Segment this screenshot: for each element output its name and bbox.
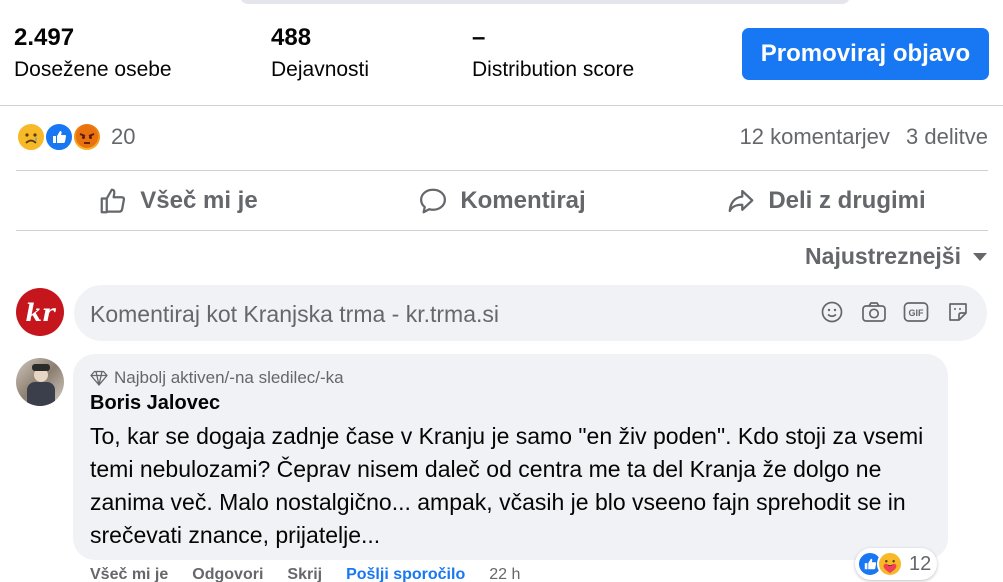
reaction-count[interactable]: 20 [111, 124, 135, 150]
svg-text:GIF: GIF [909, 308, 925, 318]
like-label: Všeč mi je [140, 186, 258, 214]
commenter-avatar[interactable] [16, 358, 64, 406]
comment-text: To, kar se dogaja zadnje čase v Kranju j… [90, 423, 924, 548]
avatar-figure-body [27, 382, 55, 406]
reaction-icons[interactable] [16, 122, 106, 152]
caret-down-icon [973, 252, 987, 261]
stat-engagement: 488 Dejavnosti [271, 24, 369, 84]
share-button[interactable]: Deli z drugimi [664, 171, 988, 230]
stat-engagement-label: Dejavnosti [271, 58, 370, 81]
promote-post-button[interactable]: Promoviraj objavo [742, 28, 989, 80]
comment-author[interactable]: Boris Jalovec [90, 392, 220, 415]
engagement-counts: 12 komentarjev 3 delitve [730, 124, 989, 150]
comment-bubble: Najbolj aktiven/-na sledilec/-ka Boris J… [73, 354, 948, 560]
stat-distribution: – Distribution score [472, 24, 634, 84]
comment-input-placeholder: Komentiraj kot Kranjska trma - kr.trma.s… [90, 301, 499, 327]
top-fan-badge[interactable]: Najbolj aktiven/-na sledilec/-ka [90, 368, 344, 388]
diamond-icon [90, 370, 108, 386]
emoji-icon[interactable] [817, 297, 847, 327]
stat-reach-value: 2.497 [14, 24, 75, 51]
like-icon [44, 122, 74, 152]
comment-button[interactable]: Komentiraj [340, 171, 664, 230]
camera-icon[interactable] [859, 297, 889, 327]
comment-like-link[interactable]: Všeč mi je [90, 566, 168, 582]
care-icon [877, 551, 903, 577]
composer-tools: GIF [805, 297, 973, 327]
gif-icon[interactable]: GIF [901, 297, 931, 327]
sad-icon [16, 122, 46, 152]
badge-label: Najbolj aktiven/-na sledilec/-ka [114, 368, 344, 387]
avatar-figure-cap [32, 364, 50, 371]
comment-actions: Všeč mi je Odgovori Skrij Pošlji sporoči… [90, 566, 544, 582]
sticker-icon[interactable] [943, 297, 973, 327]
share-label: Deli z drugimi [768, 186, 926, 214]
stat-distribution-label: Distribution score [472, 58, 635, 81]
angry-icon [72, 122, 102, 152]
page-avatar[interactable]: kr [16, 288, 64, 336]
thumbs-up-icon [100, 188, 126, 213]
stat-reach-label: Dosežene osebe [14, 58, 172, 81]
stat-distribution-value: – [472, 24, 486, 51]
send-message-link[interactable]: Pošlji sporočilo [346, 566, 465, 582]
comment-reply-link[interactable]: Odgovori [192, 566, 263, 582]
comment-label: Komentiraj [460, 186, 586, 214]
stat-engagement-value: 488 [271, 24, 312, 51]
like-button[interactable]: Všeč mi je [16, 171, 340, 230]
shares-count-link[interactable]: 3 delitve [906, 124, 988, 149]
comment-reaction-count: 12 [909, 552, 932, 575]
post-insights-bar: 2.497 Dosežene osebe 488 Dejavnosti – Di… [0, 0, 1003, 106]
post-actions: Všeč mi je Komentiraj Deli z drugimi [16, 170, 988, 231]
comments-count-link[interactable]: 12 komentarjev [740, 124, 890, 149]
stat-reach: 2.497 Dosežene osebe [14, 24, 172, 84]
share-icon [728, 189, 754, 212]
comment-reactions[interactable]: 12 [855, 548, 938, 580]
comment-timestamp[interactable]: 22 h [489, 566, 520, 582]
comment-sort-dropdown[interactable]: Najustreznejši [805, 243, 987, 270]
comment-hide-link[interactable]: Skrij [287, 566, 322, 582]
reactions-summary: 20 12 komentarjev 3 delitve [16, 116, 988, 160]
comment-icon [420, 188, 447, 213]
comment-composer[interactable]: Komentiraj kot Kranjska trma - kr.trma.s… [74, 285, 987, 341]
sort-label: Najustreznejši [805, 243, 961, 269]
